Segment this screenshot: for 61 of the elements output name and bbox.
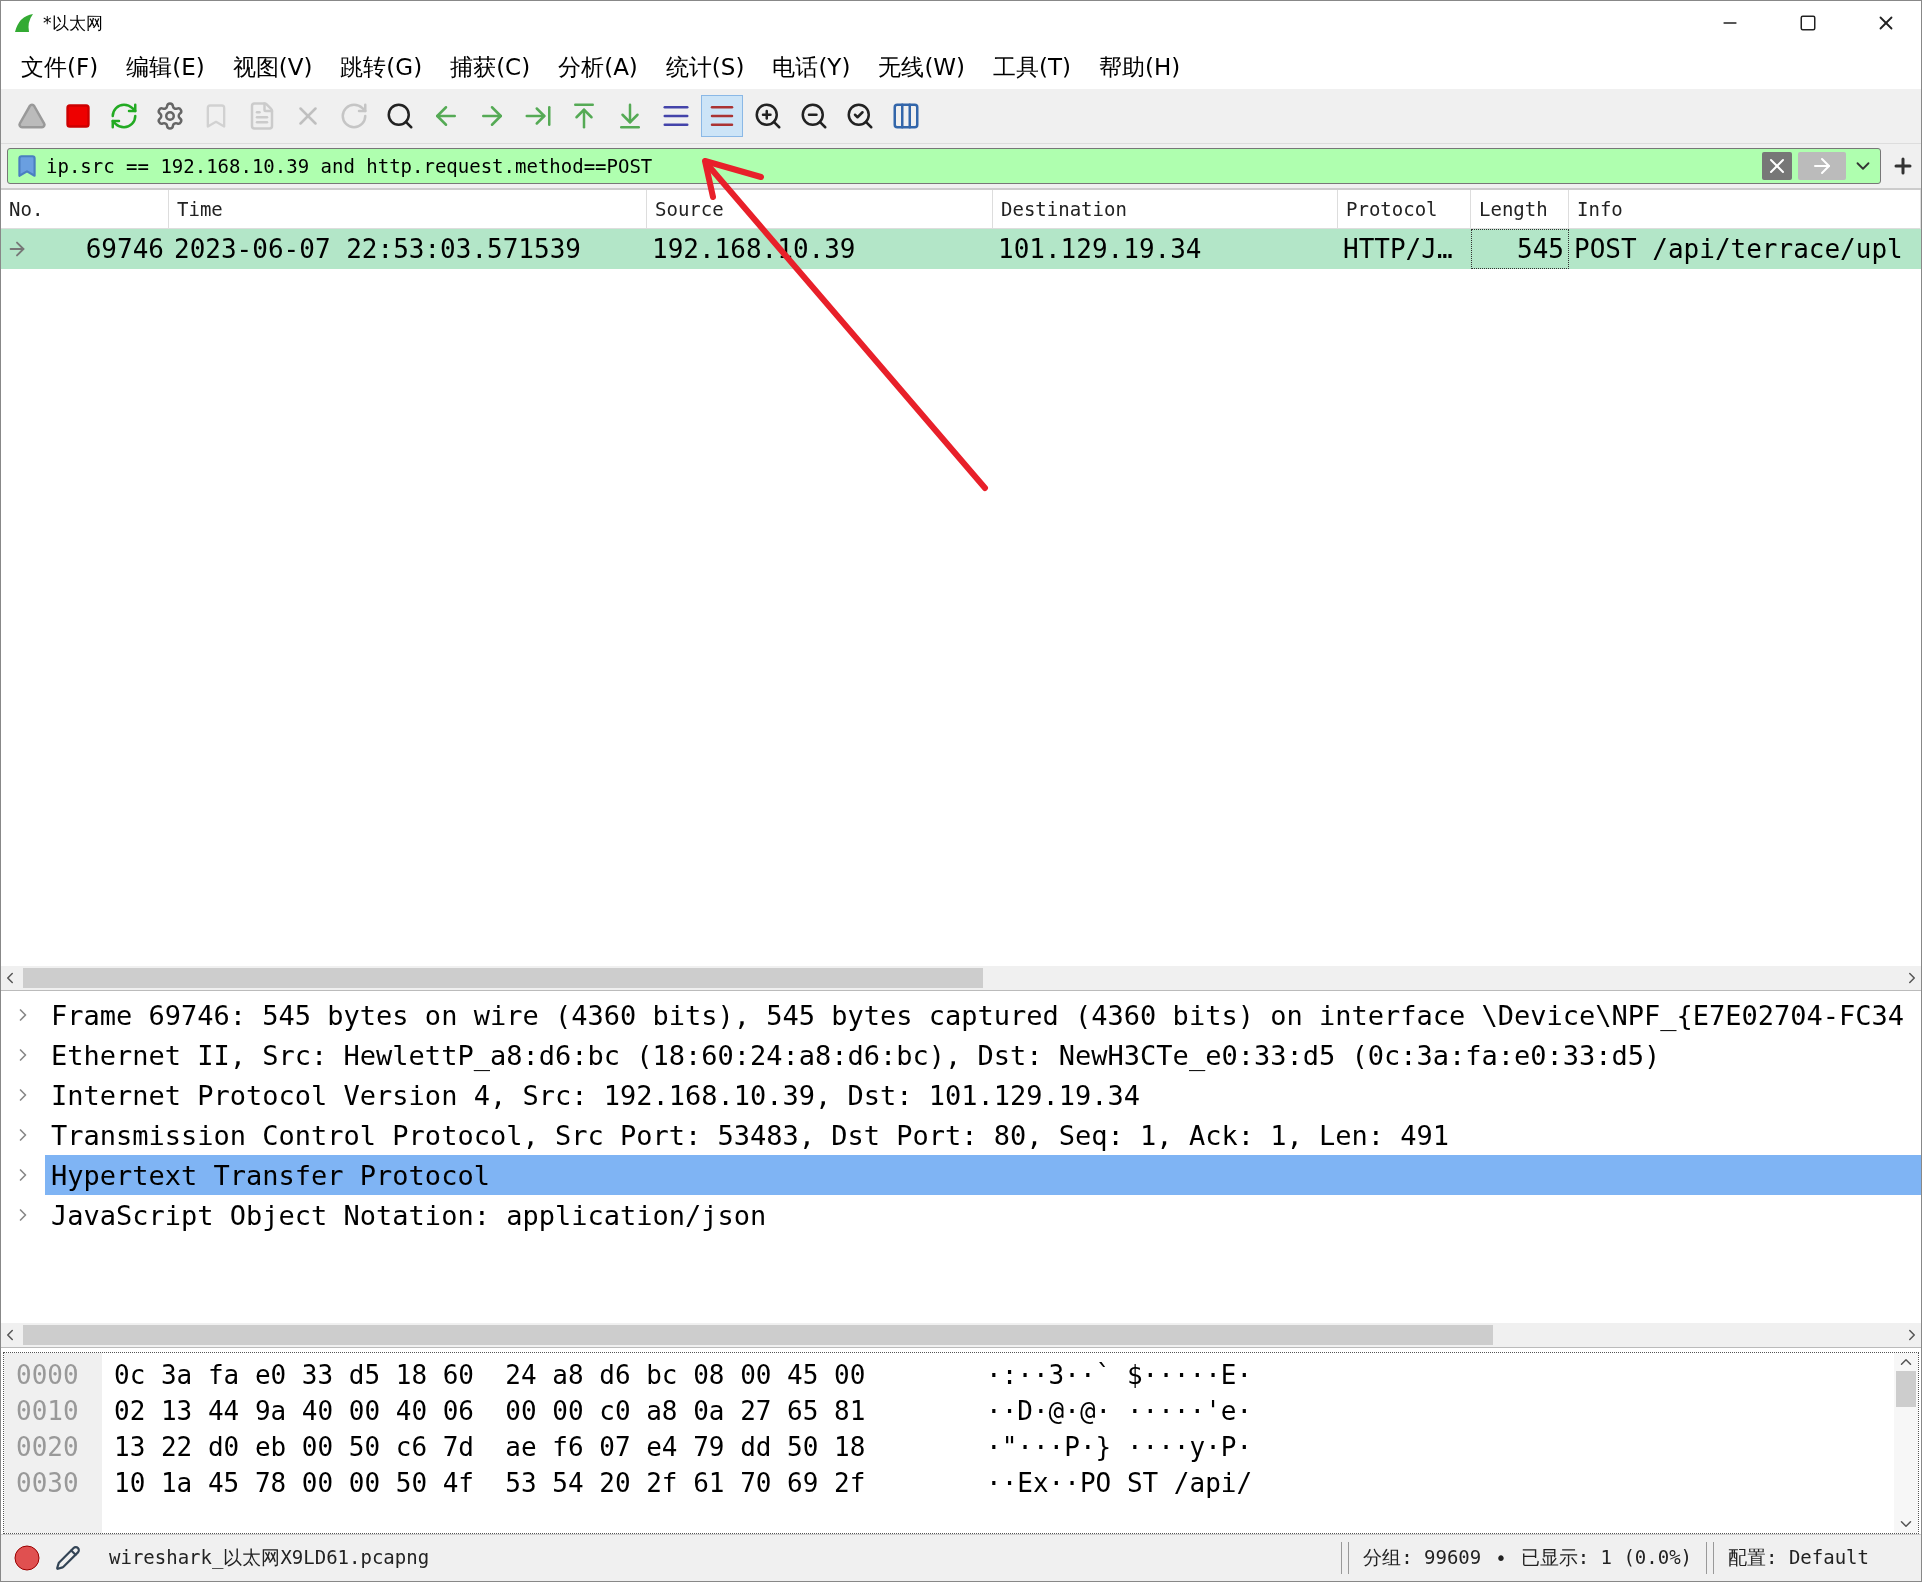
stop-icon: [64, 102, 92, 130]
table-cell-text: 101.129.19.34: [997, 233, 1203, 266]
menu-item[interactable]: 视图(V): [218, 51, 327, 83]
search-icon: [385, 101, 415, 131]
displayed-count: 已显示: 1 (0.0%): [1520, 1545, 1693, 1570]
hex-bytes: 02 13 44 9a 40 00 40 06 00 00 c0 a8 0a 27 65 81: [113, 1395, 867, 1428]
file-name: wireshark_以太网X9LD61.pcapng: [109, 1545, 430, 1571]
table-cell: 69746: [1, 229, 169, 269]
profile-label: 配置: Default: [1728, 1545, 1869, 1570]
separator-dot: •: [1495, 1547, 1507, 1569]
table-cell-text: 2023-06-07 22:53:03.571539: [173, 233, 582, 266]
menu-item[interactable]: 电话(Y): [758, 51, 865, 83]
refresh-icon: [109, 101, 139, 131]
menu-item[interactable]: 分析(A): [544, 51, 652, 83]
scrollbar-thumb[interactable]: [1896, 1371, 1916, 1407]
hex-bytes: 10 1a 45 78 00 00 50 4f 53 54 20 2f 61 70 69 2f: [113, 1467, 867, 1500]
tree-item[interactable]: Ethernet II, Src: HewlettP_a8:d6:bc (18:60:24:a8:d6:bc), Dst: NewH3CTe_e0:33:d5 (0c:3a:fa:e0:33:d5): [45, 1035, 1921, 1075]
table-cell-text: HTTP/J…: [1342, 233, 1454, 266]
hex-offset: 0030: [15, 1467, 80, 1500]
shark-fin-icon: [13, 12, 35, 34]
table-cell: 545: [1471, 229, 1569, 269]
edit-icon[interactable]: [55, 1545, 81, 1571]
menu-item[interactable]: 跳转(G): [326, 51, 437, 83]
menu-item[interactable]: 统计(S): [651, 51, 759, 83]
hex-offset: 0020: [15, 1431, 80, 1464]
zoom-in-icon: [753, 101, 783, 131]
tree-item[interactable]: Hypertext Transfer Protocol: [45, 1155, 1921, 1195]
ascii-text: ··Ex··PO ST /api/: [985, 1467, 1253, 1500]
menu-item[interactable]: 编辑(E): [112, 51, 219, 83]
hex-bytes: 0c 3a fa e0 33 d5 18 60 24 a8 d6 bc 08 00 45 00: [113, 1359, 867, 1392]
status-divider: [1706, 1542, 1715, 1574]
ascii-text: ··D·@·@· ·····'e·: [985, 1395, 1253, 1428]
zoom-icon: [845, 101, 875, 131]
tree-item[interactable]: Transmission Control Protocol, Src Port: 53483, Dst Port: 80, Seq: 1, Ack: 1, Len: 491: [45, 1115, 1921, 1155]
display-filter-field[interactable]: ip.src == 192.168.10.39 and http.request.method==POST: [7, 148, 1881, 184]
zoom-out-icon: [799, 101, 829, 131]
scrollbar-thumb[interactable]: [23, 1325, 1493, 1345]
menu-item[interactable]: 帮助(H): [1085, 51, 1195, 83]
hex-offset: 0000: [15, 1359, 80, 1392]
tree-item[interactable]: JavaScript Object Notation: application/json: [45, 1195, 1921, 1235]
ascii-text: ·"···P·} ····y·P·: [985, 1431, 1253, 1464]
hex-offset: 0010: [15, 1395, 80, 1428]
packet-count: 分组: 99609: [1363, 1545, 1482, 1570]
menu-item[interactable]: 无线(W): [864, 51, 980, 83]
triangle-icon: [17, 101, 47, 131]
table-cell-text: POST /api/terrace/upl: [1573, 233, 1904, 266]
settings-icon: [155, 101, 185, 131]
tree-item[interactable]: Internet Protocol Version 4, Src: 192.168.10.39, Dst: 101.129.19.34: [45, 1075, 1921, 1115]
menu-item[interactable]: 捕获(C): [436, 51, 545, 83]
ascii-text: ·:··3··` $·····E·: [985, 1359, 1253, 1392]
tree-item[interactable]: Frame 69746: 545 bytes on wire (4360 bits), 545 bytes captured (4360 bits) on interface \Device\NPF_{E7E02704-FC34: [45, 995, 1921, 1035]
maximize-icon[interactable]: [1799, 14, 1817, 32]
record-icon[interactable]: [13, 1544, 41, 1572]
status-divider: [1341, 1542, 1350, 1574]
hex-bytes: 13 22 d0 eb 00 50 c6 7d ae f6 07 e4 79 dd 50 18: [113, 1431, 867, 1464]
reload-icon: [339, 101, 369, 131]
scrollbar-thumb[interactable]: [23, 968, 983, 988]
menu-item[interactable]: 工具(T): [979, 51, 1086, 83]
columns-icon: [891, 101, 921, 131]
window-title: *以太网: [43, 11, 104, 35]
menu-item[interactable]: 文件(F): [7, 51, 113, 83]
